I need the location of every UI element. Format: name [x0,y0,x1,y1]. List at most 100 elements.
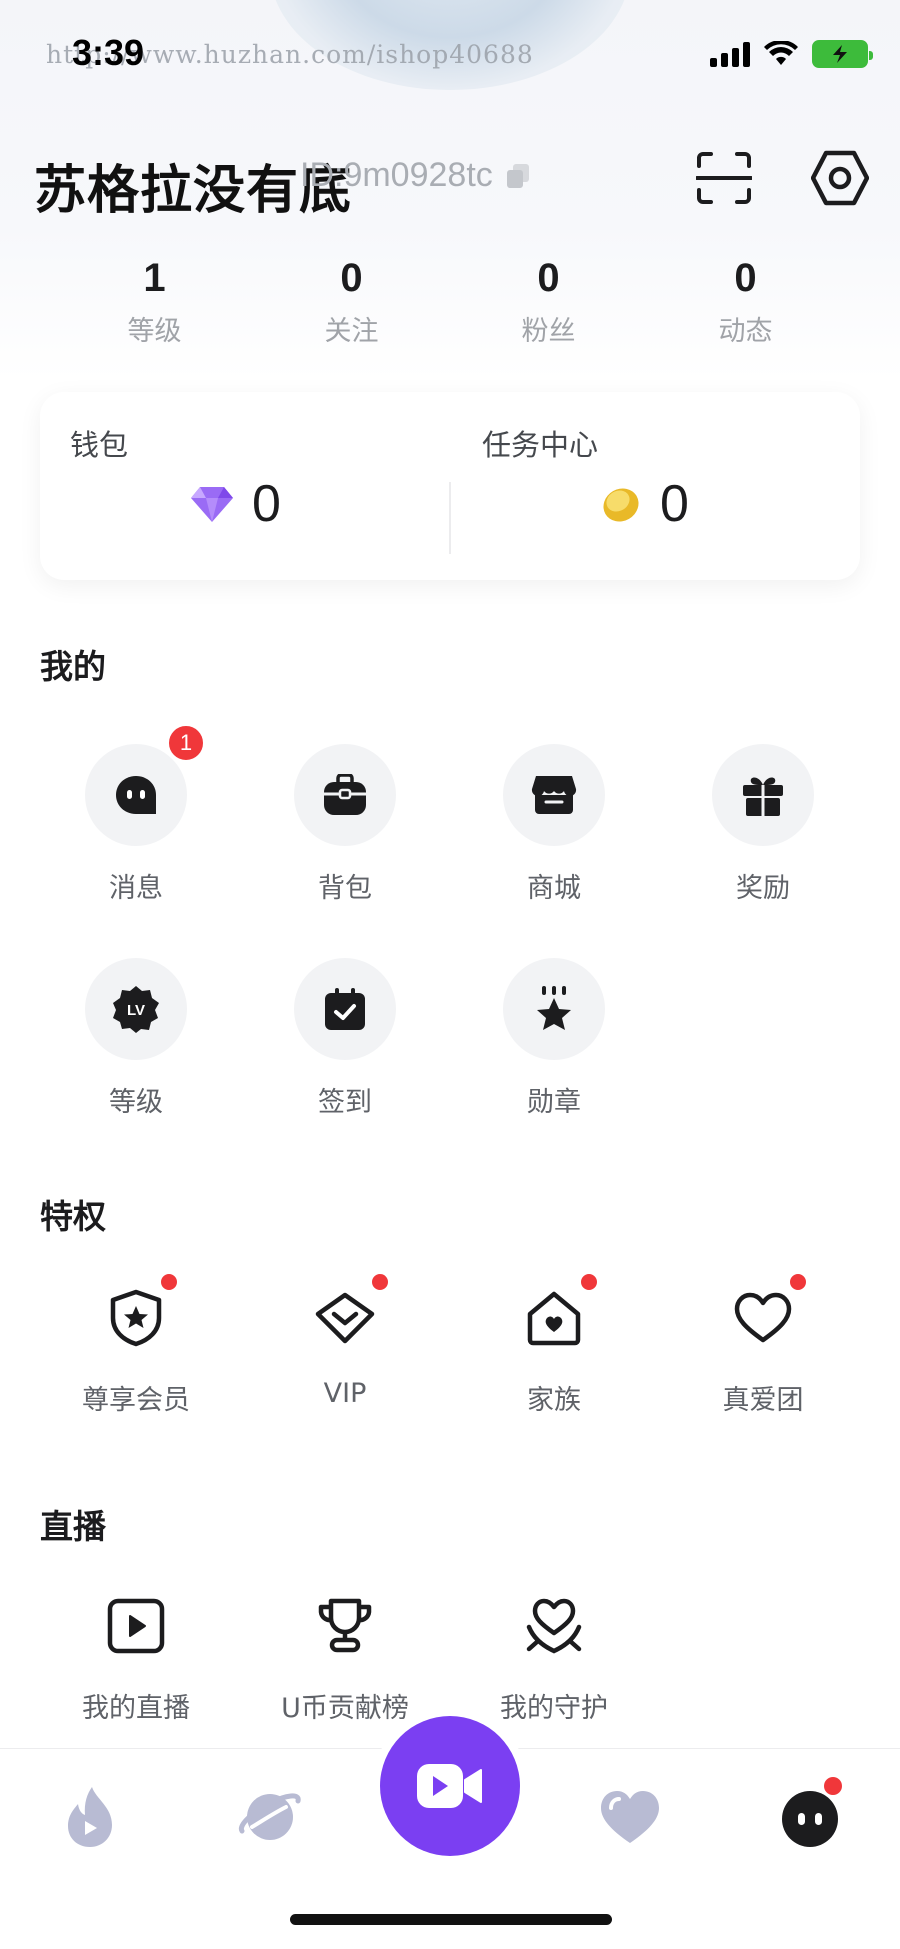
item-label: VIP [323,1378,367,1409]
trophy-icon [318,1598,372,1653]
icon-circle: LV [85,958,187,1060]
stat-posts[interactable]: 0 动态 [647,256,844,348]
vip-diamond-icon [315,1292,375,1344]
nav-home[interactable] [50,1777,130,1857]
nav-discover[interactable] [230,1777,310,1857]
my-item-store[interactable]: 商城 [479,744,629,905]
coin-value: 0 [660,475,689,533]
privilege-icon-wrap [294,1272,396,1358]
live-item-my-guard[interactable]: 我的守护 [479,1586,629,1725]
live-icon-wrap [503,1586,605,1666]
heart-icon [734,1292,792,1343]
privilege-item-vip[interactable]: VIP [270,1272,420,1409]
profile-id[interactable]: ID:9m0928tc [300,156,529,195]
diamond-value: 0 [252,475,281,533]
item-label: 奖励 [736,873,790,904]
icon-circle [712,744,814,846]
copy-icon[interactable] [506,163,529,188]
go-live-button[interactable] [380,1716,520,1856]
wallet-card: 钱包 0 任务中心 0 [40,392,860,580]
stat-value: 0 [734,256,757,300]
privilege-icon-wrap [85,1272,187,1358]
item-label: 商城 [527,873,581,904]
item-label: 消息 [109,873,163,904]
stat-level[interactable]: 1 等级 [56,256,253,348]
stat-label: 等级 [127,316,182,347]
live-item-contribution-rank[interactable]: U币贡献榜 [270,1586,420,1725]
task-center-title: 任务中心 [482,428,599,462]
stat-value: 1 [143,256,166,300]
item-label: 勋章 [527,1087,581,1118]
coin-balance: 0 [600,474,689,534]
stat-label: 动态 [718,316,773,347]
heart-nav-icon [601,1791,659,1843]
live-item-my-live[interactable]: 我的直播 [61,1586,211,1725]
item-label: 等级 [109,1087,163,1118]
diamond-icon [191,487,233,522]
diamond-balance: 0 [190,474,281,534]
icon-circle [503,958,605,1060]
privilege-item-member[interactable]: 尊享会员 [61,1272,211,1417]
my-item-checkin[interactable]: 签到 [270,958,420,1119]
play-icon [107,1598,165,1654]
my-item-messages[interactable]: 1 消息 [61,724,211,905]
backpack-icon [324,774,366,815]
nav-favorites[interactable] [590,1777,670,1857]
item-label: U币贡献榜 [281,1693,409,1724]
icon-circle [294,744,396,846]
my-item-backpack[interactable]: 背包 [270,744,420,905]
planet-icon [238,1793,301,1840]
stat-following[interactable]: 0 关注 [253,256,450,348]
cell-signal-icon [710,41,750,67]
settings-hexagon-icon [811,150,869,206]
home-indicator[interactable] [290,1914,612,1925]
new-dot [788,1272,808,1292]
new-dot [159,1272,179,1292]
video-camera-icon [417,1764,482,1808]
coin-icon [603,488,639,522]
privilege-icon-wrap [712,1272,814,1358]
flame-play-icon [68,1787,112,1847]
nav-profile[interactable] [770,1775,850,1857]
icon-circle [503,744,605,846]
privilege-item-true-love[interactable]: 真爱团 [688,1272,838,1417]
new-dot [370,1272,390,1292]
stat-fans[interactable]: 0 粉丝 [450,256,647,348]
privilege-section-title: 特权 [40,1197,106,1236]
scan-icon [696,152,752,204]
wifi-icon [764,41,798,65]
settings-button[interactable] [810,148,870,208]
item-label: 我的守护 [500,1693,608,1724]
item-label: 签到 [318,1087,372,1118]
my-item-level[interactable]: LV 等级 [61,958,211,1119]
task-center-section[interactable]: 任务中心 0 [450,392,860,580]
profile-id-text: ID:9m0928tc [300,156,493,194]
item-label: 尊享会员 [82,1385,190,1416]
privilege-icon-wrap [503,1272,605,1358]
item-label: 我的直播 [82,1693,190,1724]
wallet-section[interactable]: 钱包 0 [40,392,450,580]
level-icon: LV [113,986,159,1033]
guard-heart-icon [526,1598,582,1654]
family-house-icon [527,1291,581,1346]
battery-icon [812,40,873,68]
my-section-title: 我的 [40,647,106,686]
store-icon [531,776,577,814]
item-label: 真爱团 [722,1385,804,1416]
scan-button[interactable] [694,148,754,208]
icon-circle: 1 [85,724,205,846]
wallet-title: 钱包 [70,428,129,462]
my-item-medals[interactable]: 勋章 [479,958,629,1119]
profile-stats: 1 等级 0 关注 0 粉丝 0 动态 [56,256,844,348]
live-icon-wrap [85,1586,187,1666]
status-icons [710,40,873,68]
privilege-item-family[interactable]: 家族 [479,1272,629,1417]
item-label: 背包 [318,873,372,904]
my-item-rewards[interactable]: 奖励 [688,744,838,905]
profile-notification-dot [822,1775,844,1797]
stat-label: 粉丝 [521,316,576,347]
shield-star-icon [110,1289,162,1347]
stat-value: 0 [340,256,363,300]
status-time: 3:39 [72,32,145,73]
stat-label: 关注 [324,316,379,347]
